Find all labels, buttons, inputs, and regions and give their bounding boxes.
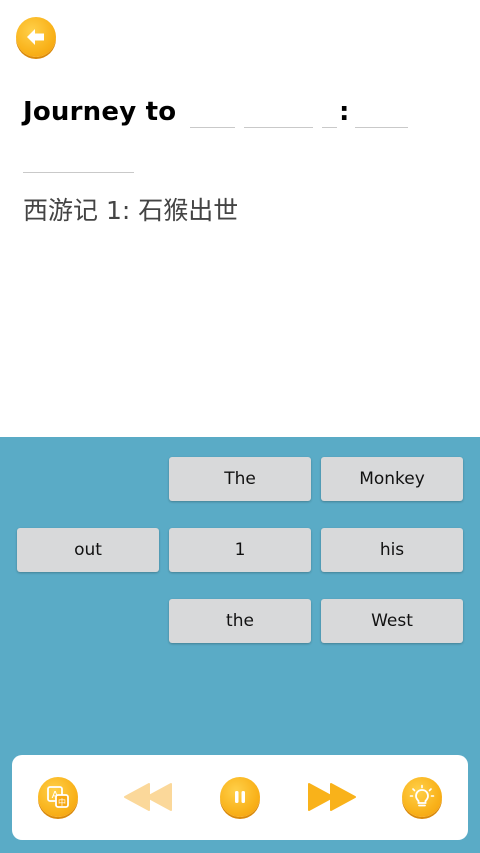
answer-blank[interactable] xyxy=(190,127,235,128)
sentence-builder: Journey to : xyxy=(23,94,463,134)
word-tile-west[interactable]: West xyxy=(321,599,463,643)
sentence-prefix: Journey to xyxy=(23,97,177,127)
word-tile-monkey[interactable]: Monkey xyxy=(321,457,463,501)
rewind-icon xyxy=(124,783,172,811)
word-tile-out[interactable]: out xyxy=(17,528,159,572)
answer-blank[interactable] xyxy=(355,127,408,128)
answer-blank[interactable] xyxy=(322,127,337,128)
lightbulb-icon xyxy=(409,784,435,807)
pause-icon xyxy=(235,791,245,803)
answer-blank[interactable] xyxy=(23,172,134,173)
svg-text:中: 中 xyxy=(58,797,66,807)
word-tile-the-lower[interactable]: the xyxy=(169,599,311,643)
control-bar: A 中 xyxy=(12,755,468,840)
word-tile-the[interactable]: The xyxy=(169,457,311,501)
word-tile-his[interactable]: his xyxy=(321,528,463,572)
word-tile-1[interactable]: 1 xyxy=(169,528,311,572)
translate-button[interactable]: A 中 xyxy=(38,777,78,817)
fast-forward-button[interactable] xyxy=(304,777,358,817)
answer-blank[interactable] xyxy=(244,127,313,128)
fast-forward-icon xyxy=(308,783,356,811)
hint-button[interactable] xyxy=(402,777,442,817)
pause-button[interactable] xyxy=(220,777,260,817)
back-button[interactable] xyxy=(16,17,56,57)
question-area: Journey to : 西游记 1: 石猴出世 xyxy=(0,0,480,437)
back-arrow-icon xyxy=(27,29,44,45)
translate-icon: A 中 xyxy=(47,786,69,808)
chinese-title: 西游记 1: 石猴出世 xyxy=(23,196,239,225)
rewind-button[interactable] xyxy=(122,777,176,817)
colon-separator: : xyxy=(339,97,350,127)
